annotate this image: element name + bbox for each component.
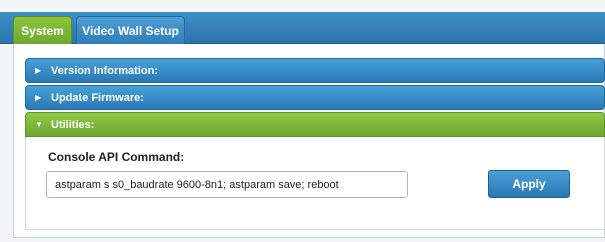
section-update-firmware[interactable]: ▶ Update Firmware: xyxy=(25,85,605,110)
apply-button[interactable]: Apply xyxy=(488,170,570,198)
triangle-right-icon: ▶ xyxy=(35,92,42,102)
section-label: Utilities: xyxy=(51,118,95,131)
triangle-right-icon: ▶ xyxy=(35,65,42,75)
console-api-command-label: Console API Command: xyxy=(48,150,185,164)
console-api-command-input[interactable] xyxy=(46,171,408,198)
triangle-down-icon: ▼ xyxy=(35,119,43,129)
section-utilities[interactable]: ▼ Utilities: xyxy=(25,112,605,137)
tab-video-wall-setup[interactable]: Video Wall Setup xyxy=(76,16,185,44)
tab-bar: System Video Wall Setup xyxy=(0,12,605,44)
tab-system[interactable]: System xyxy=(13,16,72,44)
section-version-information[interactable]: ▶ Version Information: xyxy=(25,58,605,83)
section-label: Update Firmware: xyxy=(51,91,144,104)
section-label: Version Information: xyxy=(51,64,158,77)
